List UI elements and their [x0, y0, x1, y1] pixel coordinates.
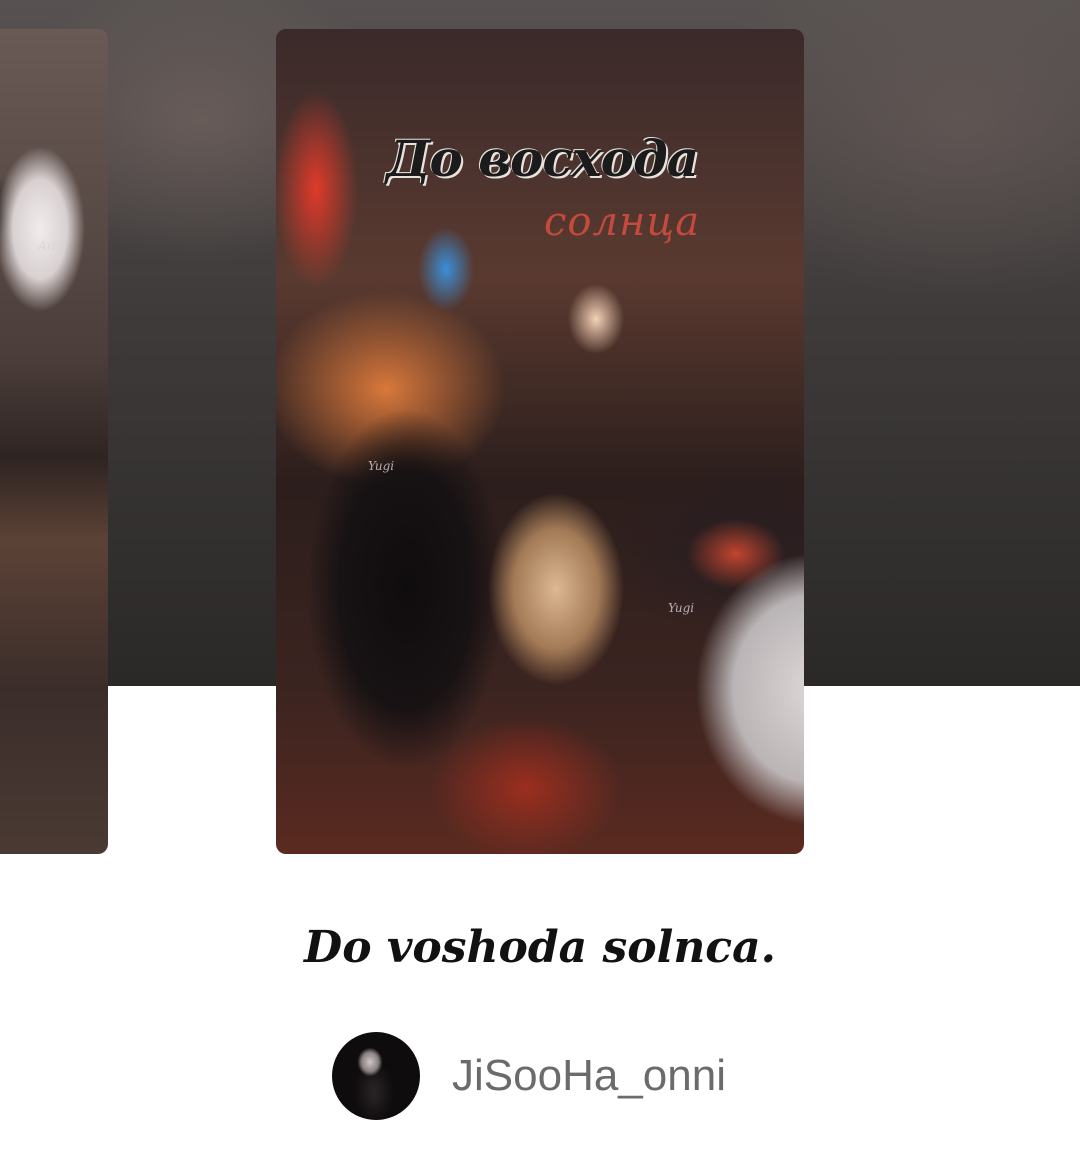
author-row[interactable]: JiSooHa_onni — [332, 1032, 726, 1120]
cover-signature: Yugi — [368, 459, 395, 473]
story-cover[interactable]: До восхода солнца Yugi Yugi — [276, 29, 804, 854]
previous-story-cover[interactable]: Ari — [0, 29, 108, 854]
cover-signature: Yugi — [668, 601, 695, 615]
cover-subtitle: солнца — [544, 199, 701, 245]
story-title[interactable]: Do voshoda solnca. — [0, 922, 1080, 973]
author-name[interactable]: JiSooHa_onni — [452, 1051, 726, 1101]
author-avatar[interactable] — [332, 1032, 420, 1120]
cover-signature: Ari — [38, 239, 57, 253]
cover-title: До восхода — [386, 129, 699, 188]
